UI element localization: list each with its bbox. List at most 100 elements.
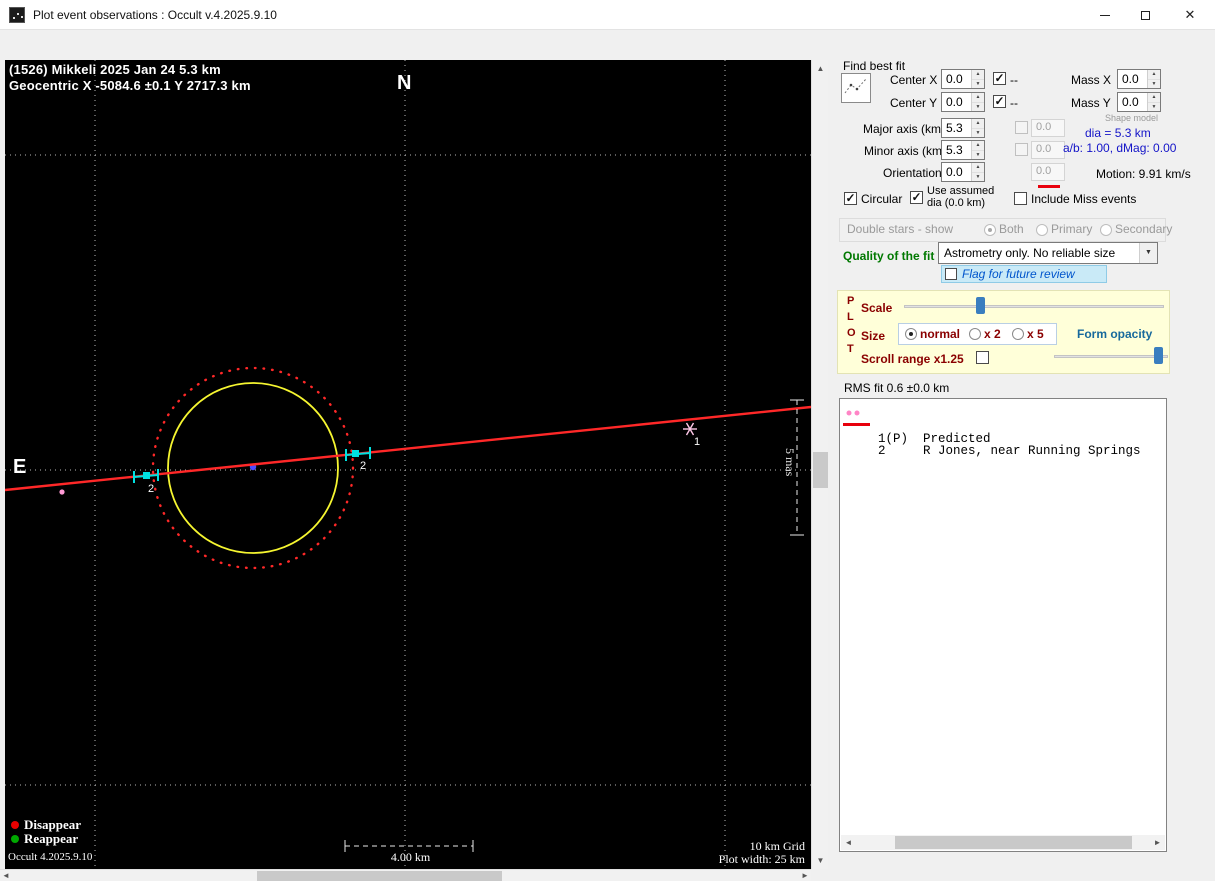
scale-label: Scale — [861, 301, 893, 315]
size-x5-radio[interactable] — [1012, 328, 1024, 340]
plot-drawing: 2 2 1 5 mas — [5, 60, 811, 869]
grid-lines — [5, 60, 811, 869]
spin-down-icon[interactable]: ▼ — [972, 79, 984, 88]
plot-version: Occult 4.2025.9.10 — [8, 851, 93, 863]
form-opacity-label[interactable]: Form opacity — [1077, 327, 1152, 341]
double-stars-primary-label: Primary — [1051, 222, 1093, 236]
star-icon — [683, 422, 697, 436]
maximize-button[interactable] — [1125, 0, 1165, 30]
plot-title-line1: (1526) Mikkeli 2025 Jan 24 5.3 km — [9, 62, 221, 77]
minor-axis-label: Minor axis (km) — [864, 144, 947, 158]
center-y-spinner[interactable]: 0.0 ▲ ▼ — [941, 92, 985, 112]
scroll-range-checkbox[interactable] — [976, 351, 989, 364]
mass-x-spinner[interactable]: 0.0 ▲ ▼ — [1117, 69, 1161, 89]
find-best-fit-title: Find best fit — [843, 59, 906, 73]
minor-axis-alt-checkbox — [1015, 143, 1028, 156]
double-stars-secondary-radio — [1100, 224, 1112, 236]
spin-down-icon[interactable]: ▼ — [972, 150, 984, 159]
spin-up-icon[interactable]: ▲ — [972, 70, 984, 79]
scroll-range-label: Scroll range x1.25 — [861, 352, 964, 366]
ab-dmag-readout: a/b: 1.00, dMag: 0.00 — [1063, 141, 1177, 155]
center-y-checkbox[interactable]: ✓ — [993, 95, 1006, 108]
close-button[interactable]: ✕ — [1165, 0, 1215, 30]
major-axis-spinner[interactable]: 5.3 ▲ ▼ — [941, 118, 985, 138]
window-title: Plot event observations : Occult v.4.202… — [33, 8, 277, 22]
scroll-right-icon[interactable]: ► — [799, 870, 811, 881]
mas-scale-label: 5 mas — [783, 448, 797, 477]
menu-bar: with Plot... Plot options... ? Help Keep… — [0, 30, 1215, 84]
flag-review-checkbox[interactable] — [945, 268, 957, 280]
spin-up-icon[interactable]: ▲ — [1148, 93, 1160, 102]
quality-dropdown[interactable]: Astrometry only. No reliable size ▼ — [938, 242, 1158, 264]
use-assumed-checkbox[interactable]: ✓ — [910, 191, 923, 204]
find-best-fit-button[interactable] — [841, 73, 871, 103]
opacity-slider-thumb[interactable] — [1154, 347, 1163, 364]
center-x-spinner[interactable]: 0.0 ▲ ▼ — [941, 69, 985, 89]
list-scroll-thumb[interactable] — [895, 836, 1132, 849]
mass-y-spinner[interactable]: 0.0 ▲ ▼ — [1117, 92, 1161, 112]
spin-up-icon[interactable]: ▲ — [1148, 70, 1160, 79]
plot-letter-t: T — [847, 343, 854, 355]
spin-down-icon[interactable]: ▼ — [972, 172, 984, 181]
scroll-left-icon[interactable]: ◄ — [841, 835, 856, 850]
center-y-label: Center Y — [890, 96, 938, 110]
spin-up-icon[interactable]: ▲ — [972, 93, 984, 102]
scroll-left-icon[interactable]: ◄ — [0, 870, 12, 881]
use-assumed-label-2: dia (0.0 km) — [927, 197, 986, 209]
minor-axis-spinner[interactable]: 5.3 ▲ ▼ — [941, 140, 985, 160]
size-x2-label: x 2 — [984, 327, 1001, 341]
scroll-down-icon[interactable]: ▼ — [812, 852, 829, 869]
scale-slider[interactable] — [904, 297, 1164, 315]
observations-list[interactable]: 1(P) Predicted 2R Jones, near Running Spr… — [839, 398, 1167, 852]
spin-down-icon[interactable]: ▼ — [1148, 102, 1160, 111]
spin-down-icon[interactable]: ▼ — [1148, 79, 1160, 88]
app-window: Plot event observations : Occult v.4.202… — [0, 0, 1215, 881]
opacity-slider[interactable] — [1054, 347, 1168, 365]
vertical-scroll-thumb[interactable] — [813, 452, 828, 488]
minimize-button[interactable] — [1085, 0, 1125, 30]
major-axis-label: Major axis (km) — [863, 122, 946, 136]
plot-letter-p: P — [847, 295, 855, 307]
spin-up-icon[interactable]: ▲ — [972, 141, 984, 150]
chord-right-number: 2 — [360, 460, 366, 472]
dropdown-arrow-icon[interactable]: ▼ — [1139, 243, 1157, 263]
plot-canvas[interactable]: 2 2 1 5 mas (1526) Mikkeli 2025 Jan 24 5… — [5, 60, 811, 869]
scale-slider-thumb[interactable] — [976, 297, 985, 314]
maximize-icon — [1140, 11, 1150, 21]
chord-marker-left-dot — [143, 472, 150, 479]
chord-line[interactable] — [5, 405, 811, 492]
include-miss-checkbox[interactable] — [1014, 192, 1027, 205]
scroll-up-icon[interactable]: ▲ — [812, 60, 829, 77]
size-normal-radio[interactable] — [905, 328, 917, 340]
plot-letter-o: O — [847, 327, 856, 339]
spin-up-icon[interactable]: ▲ — [972, 163, 984, 172]
predicted-point — [59, 489, 65, 495]
plot-horizontal-scrollbar[interactable]: ◄ ► — [0, 869, 811, 881]
chord-marker-right-dot — [352, 450, 359, 457]
size-x2-radio[interactable] — [969, 328, 981, 340]
orientation-spinner[interactable]: 0.0 ▲ ▼ — [941, 162, 985, 182]
title-bar: Plot event observations : Occult v.4.202… — [0, 0, 1215, 30]
center-x-checkbox[interactable]: ✓ — [993, 72, 1006, 85]
major-axis-alt-checkbox — [1015, 121, 1028, 134]
list-horizontal-scrollbar[interactable]: ◄ ► — [841, 835, 1165, 850]
reappear-dot-icon — [11, 835, 19, 843]
horizontal-scroll-thumb[interactable] — [257, 871, 502, 881]
circular-checkbox[interactable]: ✓ — [844, 192, 857, 205]
double-stars-both-radio — [984, 224, 996, 236]
plot-width-label: Plot width: 25 km — [718, 852, 805, 866]
minimize-icon — [1100, 15, 1110, 17]
list-item[interactable]: 2R Jones, near Running Springs — [840, 416, 1166, 458]
plot-controls-panel: P L O T Scale Size normal x 2 x 5 Form o… — [837, 290, 1170, 374]
orientation-label: Orientation — [883, 166, 942, 180]
spin-up-icon[interactable]: ▲ — [972, 119, 984, 128]
chord-color-swatch — [1038, 185, 1060, 188]
scroll-right-icon[interactable]: ► — [1150, 835, 1165, 850]
shape-model-label: Shape model — [1105, 113, 1159, 123]
plot-vertical-scrollbar[interactable]: ▲ ▼ — [811, 60, 828, 869]
center-x-dash: -- — [1010, 73, 1018, 87]
spin-down-icon[interactable]: ▼ — [972, 128, 984, 137]
spin-down-icon[interactable]: ▼ — [972, 102, 984, 111]
quality-label: Quality of the fit — [843, 249, 935, 263]
use-assumed-label-1: Use assumed — [927, 185, 995, 197]
